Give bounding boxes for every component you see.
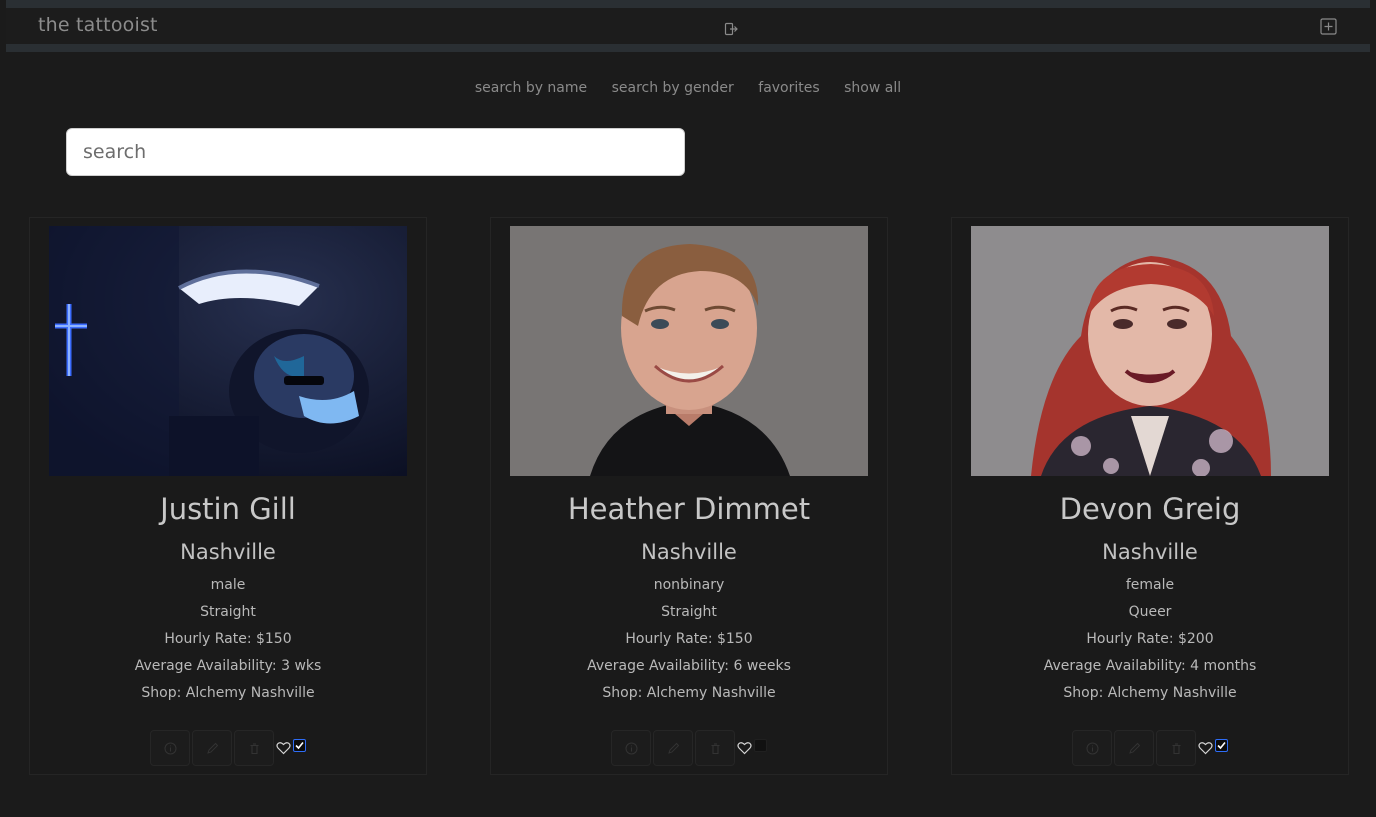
artist-photo bbox=[971, 226, 1329, 476]
pencil-icon bbox=[668, 742, 680, 754]
check-icon bbox=[295, 741, 304, 750]
check-icon bbox=[1217, 741, 1226, 750]
card-actions bbox=[491, 730, 887, 766]
artist-orientation: Straight bbox=[200, 604, 256, 620]
card-actions bbox=[952, 730, 1348, 766]
favorite-checkbox[interactable] bbox=[754, 739, 767, 752]
artist-photo bbox=[49, 226, 407, 476]
delete-button[interactable] bbox=[695, 730, 735, 766]
artist-gender: female bbox=[1125, 577, 1175, 593]
artist-shop: Shop: Alchemy Nashville bbox=[141, 685, 315, 701]
artist-gender: nonbinary bbox=[653, 577, 725, 593]
trash-icon bbox=[1172, 743, 1181, 754]
edit-button[interactable] bbox=[653, 730, 693, 766]
nav-show-all[interactable]: show all bbox=[844, 80, 901, 96]
navbar-inner: the tattooist bbox=[6, 8, 1370, 44]
pencil-icon bbox=[1129, 742, 1141, 754]
details-button[interactable] bbox=[611, 730, 651, 766]
card-actions bbox=[30, 730, 426, 766]
search-input[interactable] bbox=[66, 128, 685, 176]
artist-gender: male bbox=[210, 577, 246, 593]
heart-icon[interactable] bbox=[737, 740, 752, 755]
favorite-checkbox[interactable] bbox=[293, 739, 306, 752]
trash-icon bbox=[250, 743, 259, 754]
nav-search-by-gender[interactable]: search by gender bbox=[612, 80, 734, 96]
search-container bbox=[66, 128, 685, 176]
delete-button[interactable] bbox=[1156, 730, 1196, 766]
heart-icon[interactable] bbox=[276, 740, 291, 755]
artist-city: Nashville bbox=[180, 540, 276, 564]
details-button[interactable] bbox=[1072, 730, 1112, 766]
nav-search-by-name[interactable]: search by name bbox=[475, 80, 587, 96]
edit-button[interactable] bbox=[192, 730, 232, 766]
artist-city: Nashville bbox=[641, 540, 737, 564]
artist-availability: Average Availability: 6 weeks bbox=[587, 658, 791, 674]
artist-name: Heather Dimmet bbox=[567, 492, 811, 526]
artist-name: Justin Gill bbox=[160, 492, 296, 526]
artist-orientation: Straight bbox=[661, 604, 717, 620]
artist-shop: Shop: Alchemy Nashville bbox=[1063, 685, 1237, 701]
info-icon bbox=[164, 742, 177, 755]
filter-nav: search by name search by gender favorite… bbox=[0, 80, 1376, 96]
artist-rate: Hourly Rate: $150 bbox=[625, 631, 753, 647]
brand-title[interactable]: the tattooist bbox=[38, 14, 158, 36]
heart-icon[interactable] bbox=[1198, 740, 1213, 755]
trash-icon bbox=[711, 743, 720, 754]
logout-icon[interactable] bbox=[724, 21, 738, 36]
edit-button[interactable] bbox=[1114, 730, 1154, 766]
artist-photo bbox=[510, 226, 868, 476]
artist-card: Justin Gill Nashville male Straight Hour… bbox=[29, 217, 427, 775]
artist-availability: Average Availability: 3 wks bbox=[134, 658, 322, 674]
pencil-icon bbox=[207, 742, 219, 754]
artist-rate: Hourly Rate: $150 bbox=[164, 631, 292, 647]
plus-square-icon[interactable] bbox=[1320, 18, 1337, 35]
details-button[interactable] bbox=[150, 730, 190, 766]
artist-shop: Shop: Alchemy Nashville bbox=[602, 685, 776, 701]
top-navbar: the tattooist bbox=[6, 0, 1370, 52]
nav-favorites[interactable]: favorites bbox=[758, 80, 819, 96]
favorite-checkbox[interactable] bbox=[1215, 739, 1228, 752]
delete-button[interactable] bbox=[234, 730, 274, 766]
info-icon bbox=[625, 742, 638, 755]
artist-card: Heather Dimmet Nashville nonbinary Strai… bbox=[490, 217, 888, 775]
artist-rate: Hourly Rate: $200 bbox=[1086, 631, 1214, 647]
info-icon bbox=[1086, 742, 1099, 755]
artist-name: Devon Greig bbox=[1059, 492, 1241, 526]
artist-city: Nashville bbox=[1102, 540, 1198, 564]
artist-availability: Average Availability: 4 months bbox=[1043, 658, 1257, 674]
artist-orientation: Queer bbox=[1128, 604, 1172, 620]
artist-card: Devon Greig Nashville female Queer Hourl… bbox=[951, 217, 1349, 775]
